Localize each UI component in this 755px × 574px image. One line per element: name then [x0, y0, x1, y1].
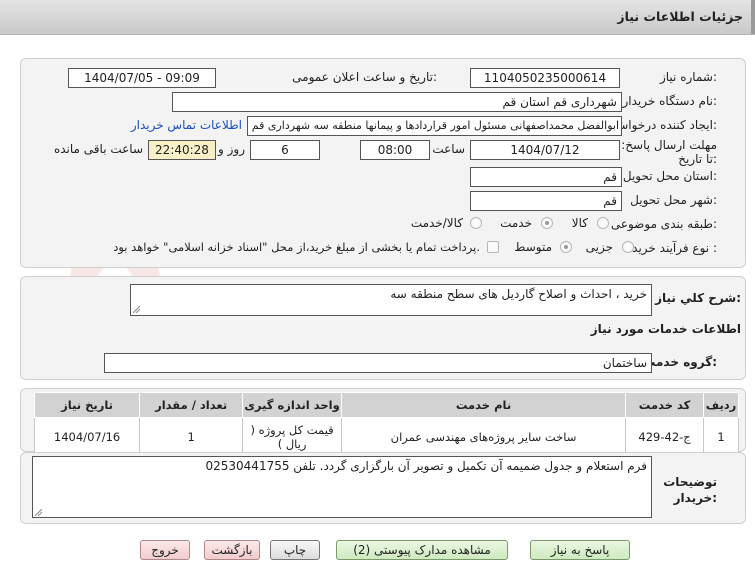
city-field: قم	[470, 191, 622, 211]
deadline-date-field: 1404/07/12	[470, 140, 620, 160]
remaining-label: ساعت باقی مانده	[53, 142, 143, 156]
service-group-field: ساختمان	[104, 353, 652, 373]
cell-quantity: 1	[139, 417, 244, 457]
province-label: استان محل تحویل:	[622, 169, 717, 183]
buyer-org-field: شهرداری قم استان قم	[172, 92, 622, 112]
buyer-notes-field: فرم استعلام و جدول ضمیمه آن تکمیل و تصوی…	[32, 456, 652, 518]
table-header-row: ردیف کد خدمت نام خدمت واحد اندازه گیری ت…	[33, 392, 739, 418]
buyer-org-label: نام دستگاه خریدار:	[622, 94, 718, 108]
process-minor-label: جزیی	[585, 240, 613, 254]
need-number-label: شماره نیاز:	[659, 70, 717, 84]
category-goods-service-radio[interactable]	[470, 217, 482, 229]
category-label: طبقه بندی موضوعی:	[610, 217, 717, 231]
process-minor-radio[interactable]	[622, 241, 634, 253]
reply-to-need-button[interactable]: پاسخ به نیاز	[530, 540, 630, 560]
cell-need-date: 1404/07/16	[33, 417, 141, 457]
deadline-time-field: 08:00	[360, 140, 430, 160]
summary-field: خرید ، احداث و اصلاح گاردیل های سطح منطق…	[130, 284, 652, 316]
cell-service-code: ج-42-429	[625, 417, 705, 457]
col-need-date: تاریخ نیاز	[33, 392, 141, 418]
summary-resize-handle[interactable]	[133, 306, 140, 313]
treasury-payment-checkbox[interactable]	[487, 241, 499, 253]
category-service-label: خدمت	[500, 216, 532, 230]
summary-label: شرح کلي نياز:	[655, 291, 741, 305]
services-table: ردیف کد خدمت نام خدمت واحد اندازه گیری ت…	[33, 392, 739, 457]
province-field: قم	[470, 167, 622, 187]
process-label: نوع فرآیند خرید :	[632, 241, 717, 255]
services-heading: اطلاعات خدمات مورد نياز	[590, 322, 741, 336]
service-group-label: گروه خدمت:	[643, 355, 717, 369]
remaining-days-field: 6	[250, 140, 320, 160]
treasury-payment-note: پرداخت تمام یا بخشی از مبلغ خرید،از محل …	[113, 240, 480, 254]
process-medium-label: متوسط	[514, 240, 552, 254]
print-button[interactable]: چاپ	[270, 540, 320, 560]
creator-field: ابوالفضل محمداصفهانی مسئول امور قرارداده…	[247, 116, 622, 136]
category-goods-service-label: کالا/خدمت	[410, 216, 463, 230]
creator-label: ایجاد کننده درخواست:	[606, 118, 717, 132]
col-quantity: تعداد / مقدار	[139, 392, 244, 418]
process-medium-radio[interactable]	[560, 241, 572, 253]
cell-service-name: ساخت سایر پروژه‌های مهندسی عمران	[340, 417, 627, 457]
category-goods-radio[interactable]	[597, 217, 609, 229]
announce-datetime-field: 1404/07/05 - 09:09	[68, 68, 216, 88]
buyer-notes-label: توضیحات خریدار:	[663, 475, 717, 505]
need-number-field: 1104050235000614	[470, 68, 620, 88]
cell-unit: قیمت کل پروژه ( ریال )	[242, 417, 342, 457]
category-goods-label: کالا	[571, 216, 588, 230]
back-button[interactable]: بازگشت	[204, 540, 260, 560]
deadline-time-label: ساعت	[432, 142, 465, 156]
days-label: روز و	[218, 142, 245, 156]
deadline-label: مهلت ارسال پاسخ: تا تاریخ:	[621, 138, 717, 166]
notes-resize-handle[interactable]	[35, 509, 42, 516]
city-label: شهر محل تحویل:	[630, 193, 717, 207]
buyer-contact-link[interactable]: اطلاعات تماس خریدار	[131, 118, 242, 132]
col-row: ردیف	[703, 392, 739, 418]
col-unit: واحد اندازه گیری	[242, 392, 342, 418]
announce-label: تاریخ و ساعت اعلان عمومی:	[292, 70, 437, 84]
page-title: جزئیات اطلاعات نیاز	[617, 9, 743, 24]
title-bar: جزئیات اطلاعات نیاز	[0, 0, 755, 35]
col-service-code: کد خدمت	[625, 392, 705, 418]
title-accent	[751, 0, 755, 34]
category-service-radio[interactable]	[541, 217, 553, 229]
view-attachments-button[interactable]: مشاهده مدارک پیوستی (2)	[336, 540, 508, 560]
remaining-time-field: 22:40:28	[148, 140, 216, 160]
col-service-name: نام خدمت	[340, 392, 627, 418]
cell-row: 1	[703, 417, 739, 457]
exit-button[interactable]: خروج	[140, 540, 190, 560]
table-row: 1 ج-42-429 ساخت سایر پروژه‌های مهندسی عم…	[33, 417, 739, 457]
